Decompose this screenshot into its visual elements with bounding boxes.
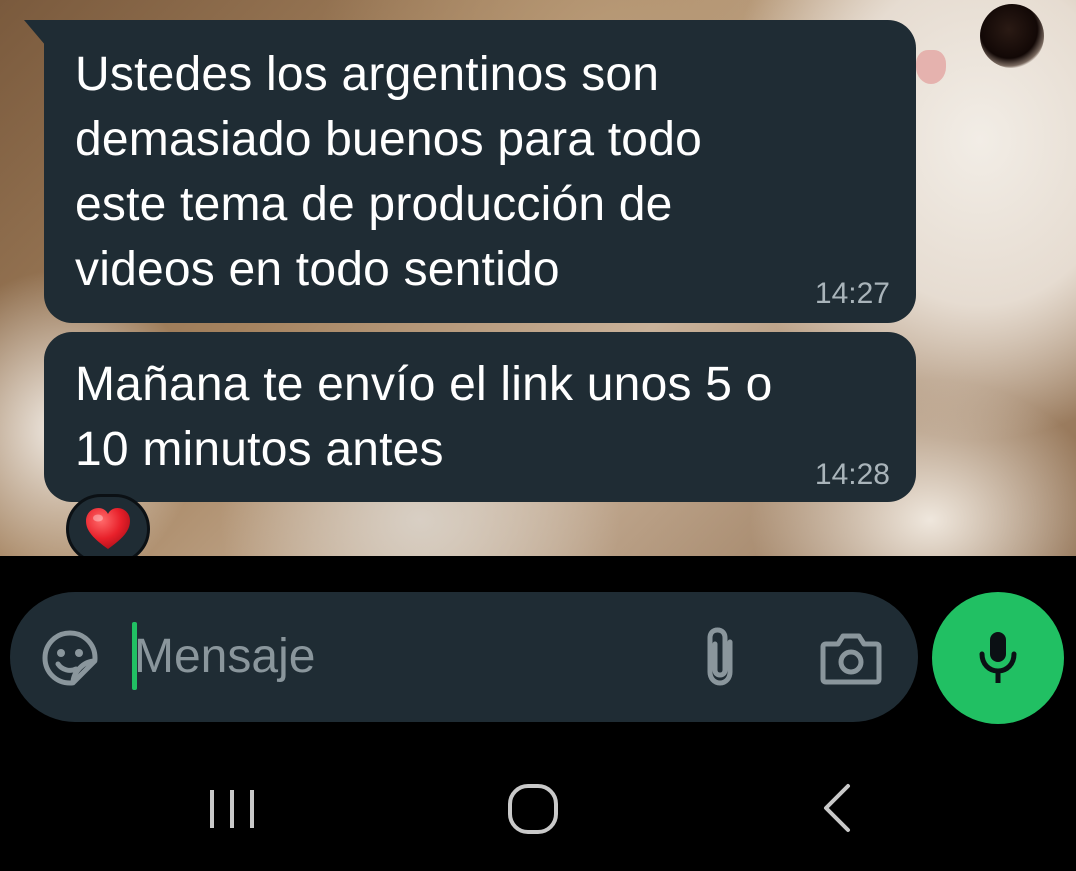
message-text: Mañana te envío el link unos 5 o 10 minu… — [75, 358, 773, 476]
back-icon[interactable] — [818, 782, 858, 834]
home-icon[interactable] — [506, 782, 560, 836]
message-composer[interactable] — [10, 592, 918, 722]
message-text: Ustedes los argentinos son demasiado bue… — [75, 48, 702, 296]
voice-message-button[interactable] — [932, 592, 1064, 724]
wallpaper-kitten-nose — [916, 50, 946, 84]
mic-icon — [979, 632, 1017, 683]
recents-icon[interactable] — [206, 786, 258, 832]
heart-icon — [86, 508, 130, 549]
message-input[interactable] — [134, 618, 654, 694]
bubble-tail — [24, 20, 46, 46]
message-time: 14:27 — [814, 277, 890, 310]
wallpaper-kitten-eye — [980, 4, 1044, 68]
message-reaction[interactable] — [66, 494, 150, 564]
attach-icon[interactable] — [696, 622, 744, 692]
message-bubble[interactable]: Mañana te envío el link unos 5 o 10 minu… — [44, 332, 916, 502]
camera-icon[interactable] — [820, 630, 882, 686]
message-bubble[interactable]: Ustedes los argentinos son demasiado bue… — [24, 20, 916, 323]
message-time: 14:28 — [814, 458, 890, 491]
composer-area — [0, 556, 1076, 871]
sticker-icon[interactable] — [40, 628, 100, 688]
chat-screen: Ustedes los argentinos son demasiado bue… — [0, 0, 1076, 871]
